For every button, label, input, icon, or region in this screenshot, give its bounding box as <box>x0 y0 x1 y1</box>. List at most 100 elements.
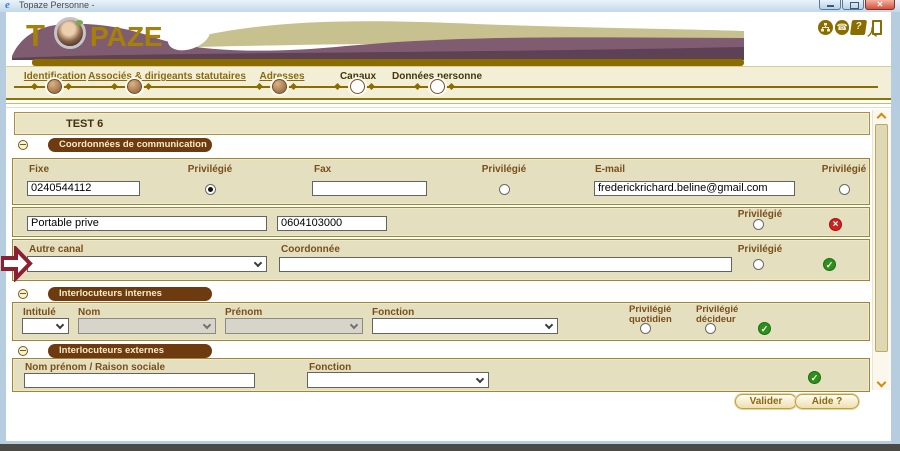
privilegie-decideur-label: Privilégié décideur <box>696 305 748 325</box>
portable-privilegie-radio[interactable] <box>753 219 764 230</box>
panel-autre-canal: Autre canal Coordonnée Privilégié ✓ <box>12 239 870 281</box>
fixe-privilegie-radio[interactable] <box>205 184 216 195</box>
app-window: e Topaze Personne - ✕ T PAZE <box>0 0 900 451</box>
logo-text: PAZE <box>90 21 163 53</box>
scrollbar[interactable] <box>872 110 891 390</box>
fonction-select[interactable] <box>372 318 558 334</box>
panel-phone-fax-email: Fixe Privilégié Fax Privilégié E-mail Pr… <box>12 158 870 205</box>
email-privilegie-radio[interactable] <box>839 184 850 195</box>
browser-icon: e <box>5 0 15 11</box>
fax-label: Fax <box>314 164 331 175</box>
panel-portable: Privilégié Portable prive 0604103000 × <box>12 207 870 237</box>
step-tick <box>334 83 341 90</box>
delete-row-icon[interactable]: × <box>829 218 842 231</box>
step-tick <box>368 83 375 90</box>
header-toolbar: ☎ ? 人 <box>818 20 882 38</box>
scroll-down-icon[interactable] <box>877 378 887 388</box>
step-navigation: Identification Associés & dirigeants sta… <box>6 66 891 100</box>
page: T PAZE ☎ ? 人 Identification <box>6 12 891 441</box>
prenom-select-disabled <box>225 318 363 334</box>
autre-canal-select[interactable] <box>27 256 267 272</box>
email-input[interactable]: frederickrichard.beline@gmail.com <box>594 181 795 196</box>
autre-canal-privilegie-radio[interactable] <box>753 259 764 270</box>
fax-privilegie-radio[interactable] <box>499 184 510 195</box>
collapse-icon-internes[interactable] <box>18 289 28 299</box>
scroll-up-icon[interactable] <box>877 113 887 123</box>
logo-letter-t: T <box>26 18 45 54</box>
autre-canal-label: Autre canal <box>29 244 83 255</box>
privilegie-label: Privilégié <box>738 244 782 255</box>
nom-raison-label: Nom prénom / Raison sociale <box>25 362 165 373</box>
phone-icon[interactable]: ☎ <box>835 20 850 35</box>
chevron-down-icon <box>350 321 358 329</box>
help-book-icon[interactable]: ? <box>850 20 867 35</box>
collapse-icon-communication[interactable] <box>18 140 28 150</box>
step-connector-line <box>14 86 878 88</box>
chevron-down-icon <box>203 321 211 329</box>
panel-internes: Intitulé Nom Prénom Fonction Privilégié … <box>12 302 870 341</box>
step-circle-adresses[interactable] <box>272 79 287 94</box>
record-header: TEST 6 <box>14 112 870 135</box>
titlebar: e Topaze Personne - ✕ <box>0 0 900 12</box>
privilegie-label: Privilégié <box>482 164 526 175</box>
record-title: TEST 6 <box>66 118 103 130</box>
close-button[interactable]: ✕ <box>865 0 895 10</box>
valider-button[interactable]: Valider <box>735 394 797 409</box>
privilegie-label: Privilégié <box>188 164 232 175</box>
coordonnee-label: Coordonnée <box>281 244 340 255</box>
privilegie-decideur-radio[interactable] <box>705 323 716 334</box>
step-tick <box>290 83 297 90</box>
section-title-communication: Coordonnées de communication <box>48 138 212 152</box>
fixe-input[interactable]: 0240544112 <box>27 181 140 196</box>
portable-number-input[interactable]: 0604103000 <box>277 216 387 231</box>
org-chart-icon[interactable] <box>818 20 833 35</box>
nom-raison-input[interactable] <box>24 373 255 388</box>
validate-row-icon[interactable]: ✓ <box>808 371 821 384</box>
email-label: E-mail <box>595 164 625 175</box>
maximize-button[interactable] <box>842 0 864 10</box>
aide-button[interactable]: Aide ? <box>795 394 859 409</box>
chevron-down-icon <box>254 259 262 267</box>
collapse-icon-externes[interactable] <box>18 346 28 356</box>
coordonnee-input[interactable] <box>279 257 732 272</box>
chevron-down-icon <box>476 375 484 383</box>
nav-underline <box>6 103 891 104</box>
minimize-button[interactable] <box>819 0 841 10</box>
nom-label: Nom <box>78 307 100 318</box>
fax-input[interactable] <box>312 181 427 196</box>
chevron-down-icon <box>56 321 64 329</box>
step-tick <box>256 83 263 90</box>
privilegie-label: Privilégié <box>822 164 866 175</box>
section-title-externes: Interlocuteurs externes <box>48 344 212 358</box>
prenom-label: Prénom <box>225 307 262 318</box>
step-circle-identification[interactable] <box>47 79 62 94</box>
privilegie-quotidien-radio[interactable] <box>640 323 651 334</box>
exit-icon[interactable]: 人 <box>872 20 882 35</box>
portable-label-input[interactable]: Portable prive <box>27 216 267 231</box>
chevron-down-icon <box>545 321 553 329</box>
scrollbar-thumb[interactable] <box>875 124 888 352</box>
intitule-select[interactable] <box>22 318 69 334</box>
fonction-label: Fonction <box>372 307 414 318</box>
window-title: Topaze Personne - <box>19 0 95 10</box>
step-tick <box>448 83 455 90</box>
section-title-internes: Interlocuteurs internes <box>48 287 212 301</box>
step-circle-associes[interactable] <box>127 79 142 94</box>
panel-externes: Nom prénom / Raison sociale Fonction ✓ <box>12 358 870 392</box>
intitule-label: Intitulé <box>23 307 56 318</box>
step-tick <box>31 83 38 90</box>
validate-row-icon[interactable]: ✓ <box>823 258 836 271</box>
fonction-externe-select[interactable] <box>307 372 489 388</box>
step-circle-canaux[interactable] <box>350 79 365 94</box>
fixe-label: Fixe <box>29 164 49 175</box>
pointer-arrow-annotation <box>1 246 33 282</box>
logo-leaf-icon <box>76 20 83 25</box>
step-tick <box>65 83 72 90</box>
window-bottom-edge <box>0 444 900 451</box>
step-tick <box>145 83 152 90</box>
nav-step-associes[interactable]: Associés & dirigeants statutaires <box>88 71 246 82</box>
nom-select-disabled <box>78 318 216 334</box>
validate-row-icon[interactable]: ✓ <box>758 322 771 335</box>
step-circle-donnees[interactable] <box>430 79 445 94</box>
step-tick <box>111 83 118 90</box>
